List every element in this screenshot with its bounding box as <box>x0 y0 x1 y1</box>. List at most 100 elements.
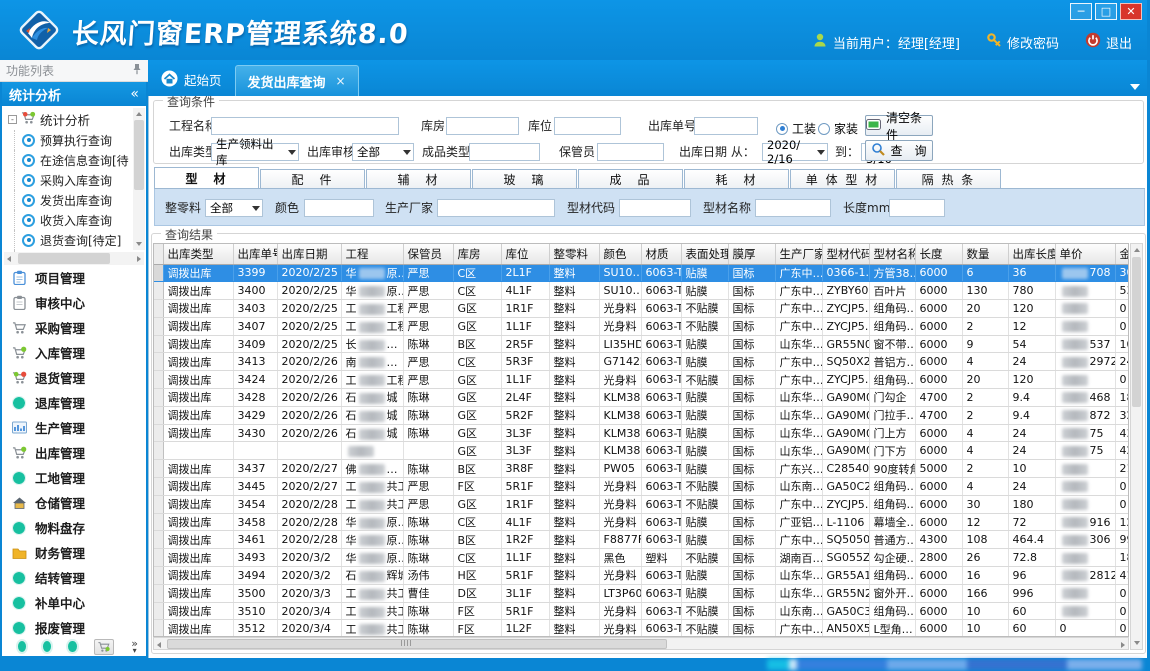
factory-input[interactable] <box>437 199 555 217</box>
table-row[interactable]: 调拨出库34242020/2/26工工程严思G区1L1F整料光身料6063-T5… <box>154 371 1129 389</box>
column-header[interactable]: 颜色 <box>599 244 641 264</box>
radio-industrial[interactable]: 工装 <box>776 120 816 137</box>
tree-horizontal-scrollbar[interactable] <box>4 252 144 265</box>
table-row[interactable]: 调拨出库34582020/2/28华原…陈琳C区4L1F整料光身料6063-T5… <box>154 513 1129 531</box>
sidebar-item-项目管理[interactable]: 项目管理 <box>2 265 146 290</box>
length-input[interactable] <box>889 199 945 217</box>
column-header[interactable]: 单价 <box>1055 244 1115 264</box>
material-tab-1[interactable]: 型 材 <box>154 167 259 188</box>
sidebar-item-仓储管理[interactable]: 仓储管理 <box>2 490 146 515</box>
table-row[interactable]: 调拨出库34292020/2/26石城陈琳G区5R2F整料KLM38176063… <box>154 406 1129 424</box>
table-row[interactable]: 调拨出库34452020/2/27工共工程严思F区5R1F整料光身料6063-T… <box>154 478 1129 496</box>
table-row[interactable]: 调拨出库35002020/3/3工共工程曹佳D区3L1F整料LT3P606063… <box>154 584 1129 602</box>
pin-icon[interactable] <box>132 63 142 78</box>
column-header[interactable]: 出库类型 <box>163 244 233 264</box>
whole-part-dropdown[interactable]: 全部 <box>205 199 263 217</box>
sidebar-item-采购管理[interactable]: 采购管理 <box>2 315 146 340</box>
sidebar-item-物料盘存[interactable]: 物料盘存 <box>2 515 146 540</box>
table-row[interactable]: 调拨出库34132020/2/26南…严思C区5R3F整料G714226063-… <box>154 353 1129 371</box>
table-horizontal-scrollbar[interactable] <box>153 637 1129 650</box>
column-header[interactable]: 出库日期 <box>277 244 341 264</box>
column-header[interactable]: 工程 <box>341 244 403 264</box>
table-row[interactable]: 调拨出库34302020/2/26石城陈琳G区3L3F整料KLM38176063… <box>154 424 1129 442</box>
tab-shipment-outbound-query[interactable]: 发货出库查询 × <box>235 65 359 96</box>
tree-root-node[interactable]: - 统计分析 <box>8 109 132 130</box>
material-tab-7[interactable]: 单 体 型 材 <box>790 169 895 188</box>
table-vertical-scrollbar[interactable] <box>1130 243 1143 650</box>
table-row[interactable]: G区3L3F整料KLM38176063-T5贴膜国标山东华…GA90M09…门下… <box>154 442 1129 460</box>
table-row[interactable]: 调拨出库34072020/2/25工工程严思G区1L1F整料光身料6063-T5… <box>154 317 1129 335</box>
column-header[interactable]: 生产厂家 <box>775 244 822 264</box>
sidebar-item-审核中心[interactable]: 审核中心 <box>2 290 146 315</box>
sidebar-item-财务管理[interactable]: 财务管理 <box>2 540 146 565</box>
column-header[interactable]: 长度 <box>915 244 962 264</box>
profile-code-input[interactable] <box>619 199 691 217</box>
sidebar-item-结转管理[interactable]: 结转管理 <box>2 565 146 590</box>
stats-panel-header[interactable]: 统计分析 « <box>2 82 146 106</box>
table-row[interactable]: 调拨出库35102020/3/4工共工程陈琳F区5R1F整料光身料6063-T5… <box>154 602 1129 620</box>
logout-button[interactable]: 退出 <box>1085 32 1132 52</box>
more-modules-button[interactable]: »▾ <box>131 640 138 654</box>
material-tab-5[interactable]: 成 品 <box>578 169 683 188</box>
sidebar-item-退货管理[interactable]: 退货管理 <box>2 365 146 390</box>
sidebar-item-工地管理[interactable]: 工地管理 <box>2 465 146 490</box>
search-button[interactable]: 查 询 <box>865 140 933 161</box>
table-row[interactable]: 调拨出库34932020/3/2华原…陈琳C区1L1F整料黑色塑料不贴膜国标湖南… <box>154 549 1129 567</box>
location-input[interactable] <box>554 117 621 135</box>
collapse-panel-icon[interactable]: « <box>130 86 139 102</box>
tree-item[interactable]: 退货查询[待定] <box>8 230 132 250</box>
column-header[interactable]: 型材代码 <box>822 244 869 264</box>
material-tab-3[interactable]: 辅 材 <box>366 169 471 188</box>
column-header[interactable]: 出库单号 <box>233 244 277 264</box>
sidebar-item-生产管理[interactable]: 生产管理 <box>2 415 146 440</box>
material-tab-2[interactable]: 配 件 <box>260 169 365 188</box>
close-button[interactable]: ✕ <box>1120 3 1142 20</box>
column-header[interactable]: 库位 <box>501 244 549 264</box>
table-row[interactable]: 调拨出库34032020/2/25工工程严思G区1R1F整料光身料6063-T5… <box>154 300 1129 318</box>
tab-overflow-icon[interactable] <box>1130 84 1140 90</box>
table-row[interactable]: 调拨出库34002020/2/25华原…严思C区4L1F整料SU10…6063-… <box>154 282 1129 300</box>
table-row[interactable]: 调拨出库34542020/2/28工共工程严思G区1R1F整料光身料6063-T… <box>154 495 1129 513</box>
tree-item[interactable]: 预算执行查询 <box>8 130 132 150</box>
tab-home[interactable]: 起始页 <box>153 67 235 96</box>
sidebar-item-退库管理[interactable]: 退库管理 <box>2 390 146 415</box>
keeper-input[interactable] <box>597 143 664 161</box>
table-row[interactable]: 调拨出库34942020/3/2石辉城汤伟H区5R1F整料光身料6063-T5贴… <box>154 567 1129 585</box>
warehouse-input[interactable] <box>446 117 519 135</box>
table-row[interactable]: 调拨出库35122020/3/4工共工程陈琳F区1L2F整料光身料6063-T5… <box>154 620 1129 637</box>
column-header[interactable]: 出库长度 <box>1008 244 1055 264</box>
radio-home[interactable]: 家装 <box>818 120 858 137</box>
date-from-picker[interactable]: 2020/ 2/16 <box>762 143 828 161</box>
module-dot-icon[interactable] <box>68 641 76 652</box>
column-header[interactable]: 表面处理 <box>681 244 728 264</box>
out-type-dropdown[interactable]: 生产领料出库 <box>211 143 299 161</box>
sidebar-item-入库管理[interactable]: 入库管理 <box>2 340 146 365</box>
clear-conditions-button[interactable]: 清空条件 <box>865 115 933 136</box>
radio-home-icon[interactable] <box>818 123 830 135</box>
table-row[interactable]: 调拨出库33992020/2/25华原…严思C区2L1F整料SU10…6063-… <box>154 264 1129 282</box>
column-header[interactable]: 整零料 <box>549 244 599 264</box>
project-name-input[interactable] <box>211 117 399 135</box>
maximize-button[interactable]: □ <box>1095 3 1117 20</box>
sidebar-item-报废管理[interactable]: 报废管理 <box>2 615 146 639</box>
tree-item[interactable]: 在途信息查询[待 <box>8 150 132 170</box>
tree-item[interactable]: 发货出库查询 <box>8 190 132 210</box>
column-header[interactable]: 型材名称 <box>869 244 915 264</box>
radio-industrial-icon[interactable] <box>776 123 788 135</box>
tree-expander-icon[interactable]: - <box>8 115 17 124</box>
column-header[interactable]: 数量 <box>962 244 1008 264</box>
column-header[interactable]: 保管员 <box>403 244 453 264</box>
table-row[interactable]: 调拨出库34092020/2/25长…陈琳B区2R5F整料LI35HD6063-… <box>154 335 1129 353</box>
sidebar-item-补单中心[interactable]: 补单中心 <box>2 590 146 615</box>
table-row[interactable]: 调拨出库34282020/2/26石城陈琳G区2L4F整料KLM38176063… <box>154 389 1129 407</box>
column-header[interactable]: 金 <box>1115 244 1129 264</box>
tree-item[interactable]: 采购入库查询 <box>8 170 132 190</box>
column-header[interactable]: 膜厚 <box>728 244 775 264</box>
product-type-input[interactable] <box>469 143 540 161</box>
color-input[interactable] <box>304 199 374 217</box>
minimize-button[interactable]: ─ <box>1070 3 1092 20</box>
material-tab-6[interactable]: 耗 材 <box>684 169 789 188</box>
tree-vertical-scrollbar[interactable] <box>133 108 145 250</box>
sidebar-item-出库管理[interactable]: 出库管理 <box>2 440 146 465</box>
table-row[interactable]: 调拨出库34372020/2/27佛…陈琳B区3R8F整料PW056063-T5… <box>154 460 1129 478</box>
